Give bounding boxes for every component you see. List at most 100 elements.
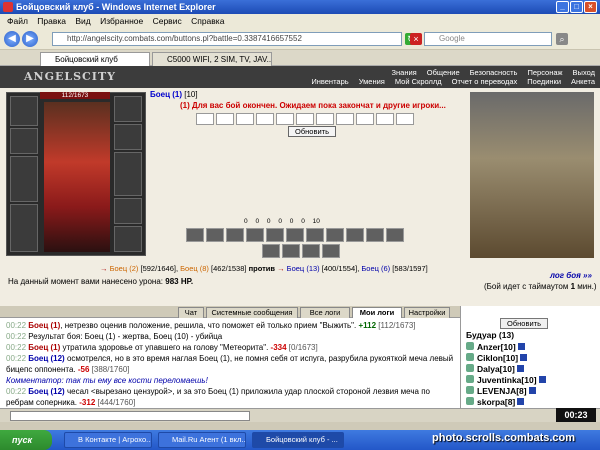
spell-icon[interactable] xyxy=(346,228,364,242)
menu-file[interactable]: Файл xyxy=(7,16,28,26)
earring-slot[interactable] xyxy=(114,96,142,122)
list-item[interactable]: Anzer[10] xyxy=(466,342,596,353)
browser-tab-game[interactable]: Бойцовский клуб xyxy=(40,52,150,66)
move-box[interactable] xyxy=(336,113,354,125)
spell-icon[interactable] xyxy=(322,244,340,258)
move-box[interactable] xyxy=(256,113,274,125)
maximize-button[interactable]: □ xyxy=(570,1,583,13)
menu-view[interactable]: Вид xyxy=(75,16,90,26)
gloves-slot[interactable] xyxy=(114,124,142,150)
nav-transfers[interactable]: Отчет о переводах xyxy=(447,77,523,86)
spell-icon[interactable] xyxy=(226,228,244,242)
tab-system[interactable]: Системные сообщения xyxy=(206,307,298,318)
nav-security[interactable]: Безопасность xyxy=(465,68,523,77)
refresh-button[interactable]: Обновить xyxy=(288,126,336,137)
spell-icon[interactable] xyxy=(386,228,404,242)
move-box[interactable] xyxy=(296,113,314,125)
nav-knowledge[interactable]: Знания xyxy=(386,68,421,77)
private-icon[interactable] xyxy=(466,375,474,383)
boots-slot[interactable] xyxy=(114,226,142,252)
info-icon[interactable] xyxy=(528,387,536,394)
tab-all-logs[interactable]: Все логи xyxy=(300,307,350,318)
player-name[interactable]: Боец (1) [10] xyxy=(150,90,198,99)
menu-help[interactable]: Справка xyxy=(191,16,224,26)
browser-tab-phone[interactable]: C5000 WIFI, 2 SIM, TV, JAV... xyxy=(152,52,272,66)
nav-communication[interactable]: Общение xyxy=(422,68,465,77)
move-box[interactable] xyxy=(376,113,394,125)
move-box[interactable] xyxy=(216,113,234,125)
tab-my-logs[interactable]: Мои логи xyxy=(352,307,402,318)
team-left-name[interactable]: Боец (8) xyxy=(180,264,209,273)
nav-scroll[interactable]: Мой Скроллд xyxy=(390,77,447,86)
private-icon[interactable] xyxy=(466,386,474,394)
list-item[interactable]: Dalya[10] xyxy=(466,364,596,375)
menu-favorites[interactable]: Избранное xyxy=(100,16,143,26)
shield-slot[interactable] xyxy=(114,152,142,196)
player-name-link[interactable]: Боец (1) xyxy=(150,90,182,99)
log-name[interactable]: Боец (1) xyxy=(28,343,60,352)
spell-icon[interactable] xyxy=(306,228,324,242)
helmet-slot[interactable] xyxy=(10,96,38,126)
spell-icon[interactable] xyxy=(246,228,264,242)
list-item[interactable]: skorpa[8] xyxy=(466,397,596,408)
search-input[interactable]: Google xyxy=(424,32,552,46)
nav-skills[interactable]: Умения xyxy=(354,77,390,86)
spell-icon[interactable] xyxy=(186,228,204,242)
team-right-name[interactable]: Боец (6) xyxy=(361,264,390,273)
nav-inventory[interactable]: Инвентарь xyxy=(306,77,353,86)
start-button[interactable]: пуск xyxy=(0,430,52,450)
nav-profile[interactable]: Анкета xyxy=(566,77,600,86)
log-name[interactable]: Боец (1) xyxy=(28,321,60,330)
address-input[interactable]: http://angelscity.combats.com/buttons.pl… xyxy=(52,32,402,46)
battle-log-link[interactable]: лог боя »» xyxy=(550,271,592,280)
taskbar-item-mailru[interactable]: Mail.Ru Агент (1 вкл... xyxy=(158,432,246,448)
spell-icon[interactable] xyxy=(326,228,344,242)
search-icon[interactable]: ⌕ xyxy=(556,33,568,45)
move-box[interactable] xyxy=(196,113,214,125)
nav-character[interactable]: Персонаж xyxy=(522,68,567,77)
list-item[interactable]: Ciklon[10] xyxy=(466,353,596,364)
move-box[interactable] xyxy=(316,113,334,125)
move-box[interactable] xyxy=(356,113,374,125)
spell-icon[interactable] xyxy=(262,244,280,258)
belt-slot[interactable] xyxy=(114,198,142,224)
list-item[interactable]: Juventinka[10] xyxy=(466,375,596,386)
info-icon[interactable] xyxy=(517,343,525,350)
taskbar-item-vk[interactable]: В Контакте | Агрохо... xyxy=(64,432,152,448)
tab-settings[interactable]: Настройки xyxy=(404,307,450,318)
nav-exit[interactable]: Выход xyxy=(568,68,600,77)
minimize-button[interactable]: _ xyxy=(556,1,569,13)
amulet-slot[interactable] xyxy=(10,128,38,154)
nav-fights[interactable]: Поединки xyxy=(522,77,566,86)
weapon-slot[interactable] xyxy=(10,156,38,202)
list-item[interactable]: LEVENJA[8] xyxy=(466,386,596,397)
team-right-name[interactable]: Боец (13) xyxy=(287,264,320,273)
info-icon[interactable] xyxy=(517,398,525,405)
close-button[interactable]: × xyxy=(584,1,597,13)
forward-icon[interactable]: ▶ xyxy=(22,31,38,47)
spell-icon[interactable] xyxy=(282,244,300,258)
armor-slot[interactable] xyxy=(10,204,38,252)
back-icon[interactable]: ◀ xyxy=(4,31,20,47)
spell-icon[interactable] xyxy=(266,228,284,242)
stop-icon[interactable]: × xyxy=(410,33,422,45)
log-name[interactable]: Боец (12) xyxy=(28,387,64,396)
spell-icon[interactable] xyxy=(206,228,224,242)
menu-edit[interactable]: Правка xyxy=(37,16,66,26)
info-icon[interactable] xyxy=(538,376,546,383)
private-icon[interactable] xyxy=(466,364,474,372)
private-icon[interactable] xyxy=(466,353,474,361)
private-icon[interactable] xyxy=(466,342,474,350)
taskbar-item-game[interactable]: Бойцовский клуб - ... xyxy=(252,432,344,448)
move-box[interactable] xyxy=(396,113,414,125)
menu-tools[interactable]: Сервис xyxy=(153,16,182,26)
private-icon[interactable] xyxy=(466,397,474,405)
spell-icon[interactable] xyxy=(302,244,320,258)
spell-icon[interactable] xyxy=(286,228,304,242)
spell-icon[interactable] xyxy=(366,228,384,242)
team-left-name[interactable]: Боец (2) xyxy=(110,264,139,273)
info-icon[interactable] xyxy=(520,354,528,361)
move-box[interactable] xyxy=(276,113,294,125)
log-name[interactable]: Боец (12) xyxy=(28,354,64,363)
tab-chat[interactable]: Чат xyxy=(178,307,204,318)
